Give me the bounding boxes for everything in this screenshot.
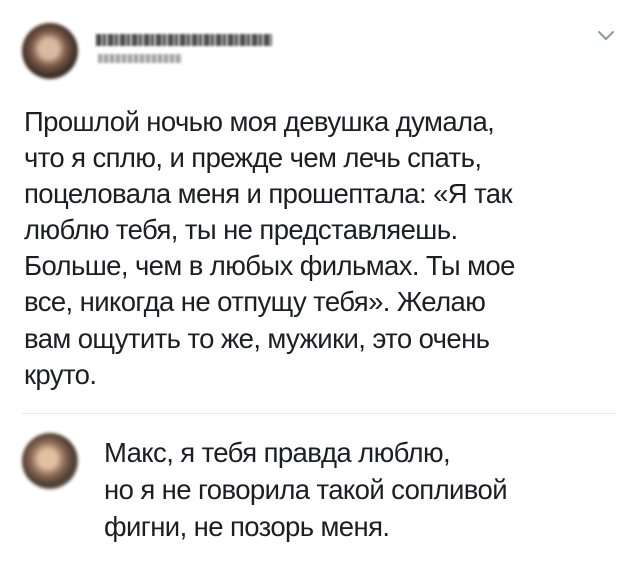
reply-text: Макс, я тебя правда люблю, но я не говор… bbox=[104, 437, 508, 542]
divider bbox=[22, 413, 616, 414]
author-avatar[interactable] bbox=[22, 23, 78, 79]
reply-author-avatar[interactable] bbox=[22, 433, 78, 489]
chevron-down-icon[interactable] bbox=[597, 30, 615, 42]
tweet-card: Прошлой ночью моя девушка думала, что я … bbox=[0, 0, 640, 567]
author-name-blurred[interactable] bbox=[96, 34, 272, 46]
author-handle-blurred[interactable] bbox=[98, 54, 182, 63]
tweet-text: Прошлой ночью моя девушка думала, что я … bbox=[24, 106, 515, 390]
